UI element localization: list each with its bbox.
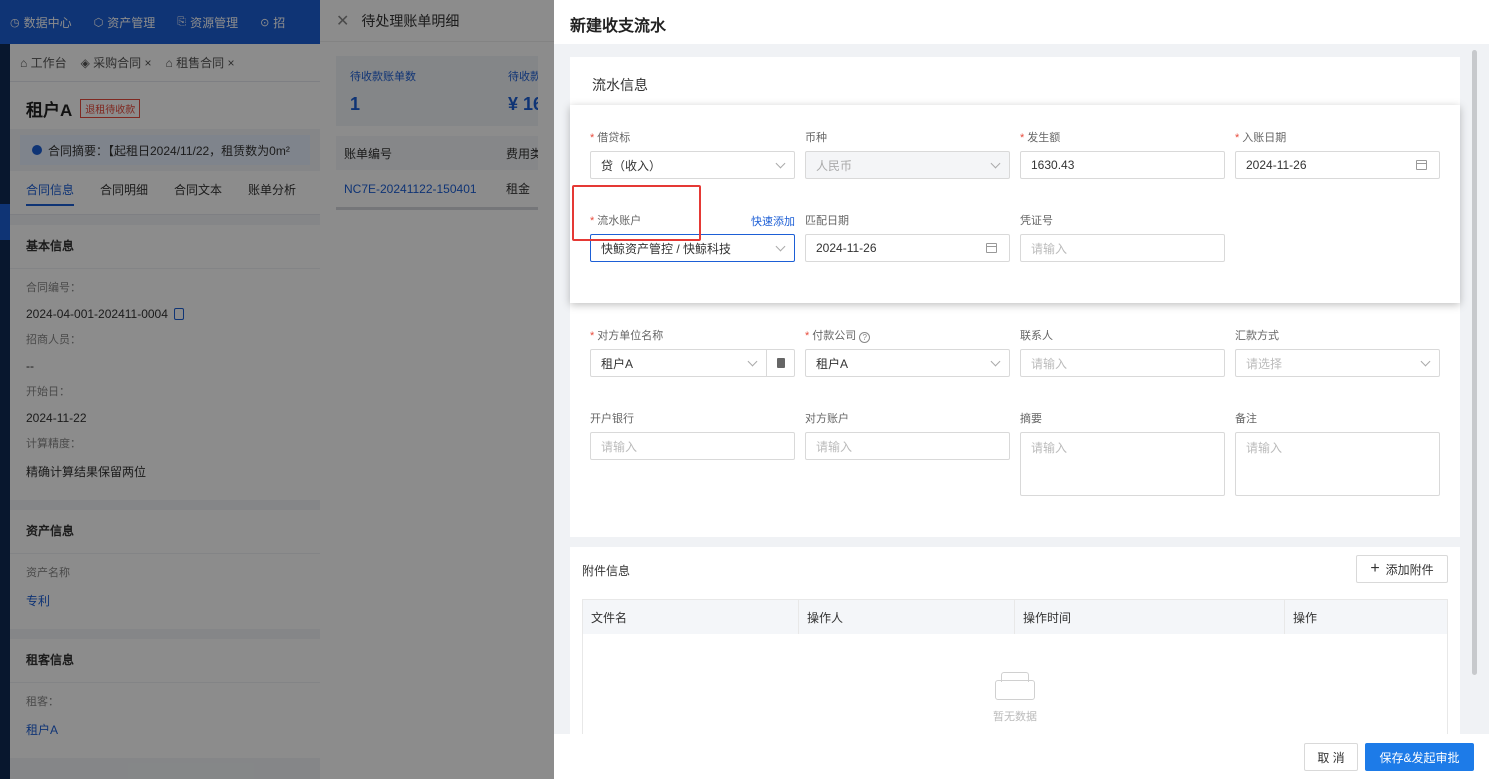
payer-field: * 付款公司? 租户A bbox=[805, 327, 1010, 377]
chevron-down-icon bbox=[775, 158, 786, 169]
remark-field: 备注 请输入 bbox=[1235, 410, 1440, 496]
highlight-box bbox=[572, 185, 701, 241]
dialog-footer: 取 消 保存&发起审批 bbox=[554, 734, 1489, 779]
contact-input[interactable]: 请输入 bbox=[1020, 349, 1225, 377]
voucher-input[interactable]: 请输入 bbox=[1020, 234, 1225, 262]
counter-account-input[interactable]: 请输入 bbox=[805, 432, 1010, 460]
amount-input[interactable]: 1630.43 bbox=[1020, 151, 1225, 179]
match-date-picker[interactable]: 2024-11-26 bbox=[805, 234, 1010, 262]
currency-field: 币种 人民币 bbox=[805, 129, 1010, 179]
quick-add-link[interactable]: 快速添加 bbox=[751, 213, 795, 229]
bank-input[interactable]: 请输入 bbox=[590, 432, 795, 460]
raised-field-panel: * 借贷标 贷（收入） 币种 人民币 * 发生额 1630.43 * 入账日期 202… bbox=[570, 105, 1460, 303]
flow-info-card: 流水信息 * 借贷标 贷（收入） 币种 人民币 * 发生额 1630.43 * 入账日… bbox=[570, 57, 1460, 537]
post-date-picker[interactable]: 2024-11-26 bbox=[1235, 151, 1440, 179]
calendar-icon bbox=[986, 243, 997, 253]
voucher-field: 凭证号 请输入 bbox=[1020, 212, 1225, 262]
chevron-down-icon bbox=[747, 356, 758, 367]
counterparty-select[interactable]: 租户A bbox=[590, 349, 795, 377]
contact-field: 联系人 请输入 bbox=[1020, 327, 1225, 377]
section-title: 流水信息 bbox=[592, 77, 648, 93]
dialog-body: 流水信息 * 借贷标 贷（收入） 币种 人民币 * 发生额 1630.43 * 入账日… bbox=[554, 44, 1489, 734]
match-date-field: 匹配日期 2024-11-26 bbox=[805, 212, 1010, 262]
empty-state: 暂无数据 bbox=[583, 670, 1447, 724]
chevron-down-icon bbox=[990, 356, 1001, 367]
amount-field: * 发生额 1630.43 bbox=[1020, 129, 1225, 179]
remark-textarea[interactable]: 请输入 bbox=[1235, 432, 1440, 496]
remit-select[interactable]: 请选择 bbox=[1235, 349, 1440, 377]
add-attachment-button[interactable]: + 添加附件 bbox=[1356, 555, 1448, 583]
scrollbar[interactable] bbox=[1472, 50, 1477, 675]
attachment-table: 文件名 操作人 操作时间 操作 暂无数据 bbox=[582, 599, 1448, 734]
calendar-icon bbox=[1416, 160, 1427, 170]
section-title: 附件信息 bbox=[582, 564, 631, 578]
chevron-down-icon bbox=[990, 158, 1001, 169]
bank-field: 开户银行 请输入 bbox=[590, 410, 795, 460]
direction-field: * 借贷标 贷（收入） bbox=[590, 129, 795, 179]
abstract-textarea[interactable]: 请输入 bbox=[1020, 432, 1225, 496]
save-submit-button[interactable]: 保存&发起审批 bbox=[1365, 743, 1474, 771]
chevron-down-icon bbox=[775, 241, 786, 252]
chevron-down-icon bbox=[1420, 356, 1431, 367]
modal-overlay[interactable] bbox=[0, 0, 554, 779]
counterparty-field: * 对方单位名称 租户A bbox=[590, 327, 795, 377]
clipboard-button[interactable] bbox=[766, 349, 794, 377]
direction-select[interactable]: 贷（收入） bbox=[590, 151, 795, 179]
remit-field: 汇款方式 请选择 bbox=[1235, 327, 1440, 377]
new-flow-dialog: 新建收支流水 流水信息 * 借贷标 贷（收入） 币种 人民币 * 发生额 1630.… bbox=[554, 0, 1489, 779]
attachment-card: 附件信息 + 添加附件 文件名 操作人 操作时间 操作 暂无数据 bbox=[570, 547, 1460, 734]
cancel-button[interactable]: 取 消 bbox=[1304, 743, 1358, 771]
currency-select: 人民币 bbox=[805, 151, 1010, 179]
counter-account-field: 对方账户 请输入 bbox=[805, 410, 1010, 460]
empty-inbox-icon bbox=[993, 670, 1037, 700]
abstract-field: 摘要 请输入 bbox=[1020, 410, 1225, 496]
clipboard-icon bbox=[776, 358, 785, 368]
plus-icon: + bbox=[1370, 560, 1380, 577]
post-date-field: * 入账日期 2024-11-26 bbox=[1235, 129, 1440, 179]
dialog-title: 新建收支流水 bbox=[570, 18, 667, 35]
payer-select[interactable]: 租户A bbox=[805, 349, 1010, 377]
help-icon[interactable]: ? bbox=[859, 332, 871, 343]
